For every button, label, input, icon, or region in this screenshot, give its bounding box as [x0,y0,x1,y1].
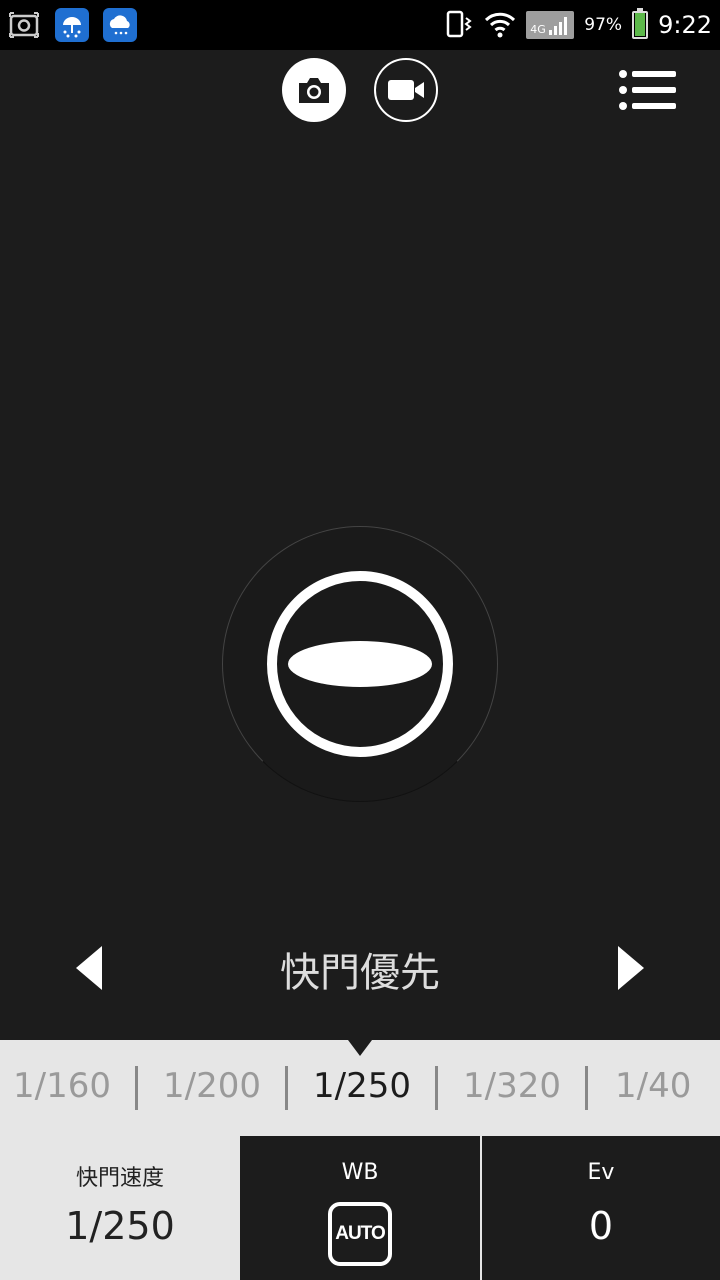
menu-icon[interactable] [616,66,680,116]
screenshot-icon [9,12,39,38]
scale-item[interactable]: 1/160 [0,1066,137,1106]
clock: 9:22 [658,11,712,39]
scale-item[interactable]: 1/200 [137,1066,287,1106]
camera-icon [299,78,329,103]
next-mode-arrow-icon[interactable] [616,944,648,992]
exposure-value-panel[interactable]: Ev 0 [482,1136,720,1280]
wb-auto-icon: AUTO [328,1202,392,1266]
photo-mode-button[interactable] [282,58,346,122]
scale-pointer-icon [348,1040,372,1056]
vibrate-icon [447,10,472,38]
exposure-mode-label: 快門優先 [280,950,440,996]
battery-percent: 97% [584,15,623,35]
status-bar: 4G 97% 9:22 [0,0,720,50]
wifi-icon [485,12,516,38]
status-right-group: 4G 97% 9:22 [444,0,712,50]
previous-mode-arrow-icon[interactable] [72,944,104,992]
cloud-rain-icon [103,8,137,42]
shutter-speed-value: 1/250 [65,1204,175,1248]
shutter-speed-title: 快門速度 [75,1166,164,1191]
scale-item-selected[interactable]: 1/250 [287,1066,437,1106]
shutter-center-icon [288,641,432,687]
battery-icon [632,8,649,39]
video-mode-button[interactable] [374,58,438,122]
white-balance-panel[interactable]: WB AUTO [240,1136,480,1280]
video-camera-icon [388,80,424,100]
weather-app-icon [55,8,89,42]
scale-item[interactable]: 1/320 [437,1066,587,1106]
shutter-speed-panel[interactable]: 快門速度 1/250 [0,1136,240,1280]
wb-title: WB [341,1160,379,1185]
ev-title: Ev [587,1160,615,1185]
ev-value: 0 [588,1204,614,1248]
scale-item[interactable]: 1/400 [583,1066,691,1106]
signal-icon: 4G [526,11,575,39]
